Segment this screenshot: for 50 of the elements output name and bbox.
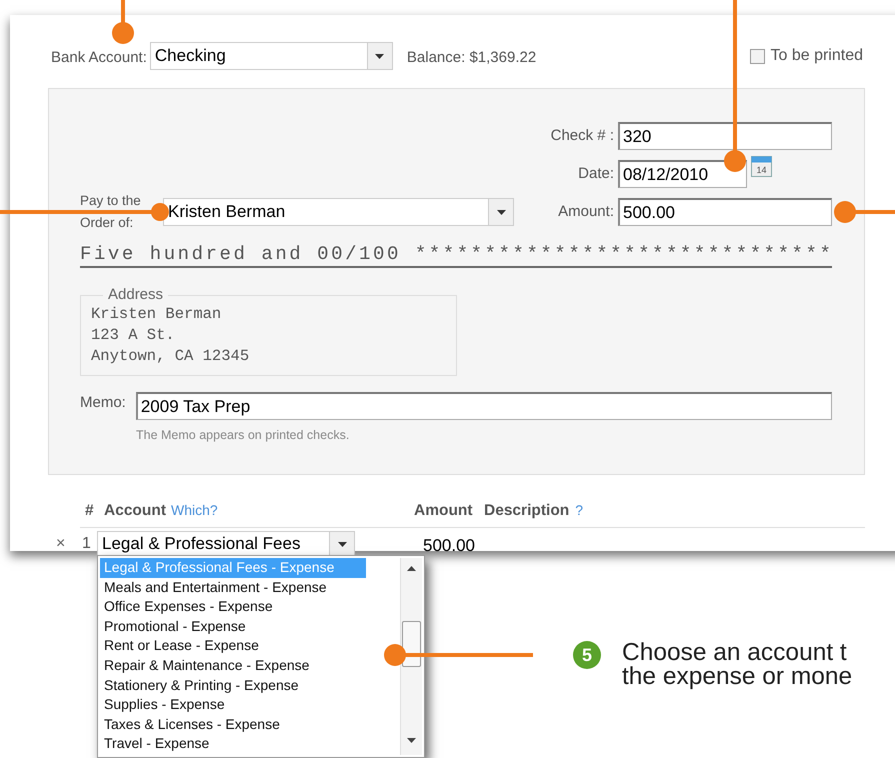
caret-icon — [496, 210, 506, 214]
dropdown-option[interactable]: Repair & Maintenance - Expense — [100, 656, 366, 676]
dropdown-option[interactable]: Promotional - Expense — [100, 616, 366, 636]
dropdown-option[interactable]: Rent or Lease - Expense — [100, 636, 366, 656]
column-header: Amount — [414, 501, 474, 521]
dropdown-option[interactable]: Stationery & Printing - Expense — [100, 676, 366, 696]
dropdown-option[interactable]: Taxes & Licenses - Expense — [100, 714, 366, 734]
address-line: Anytown, CA 12345 — [91, 346, 250, 367]
leader-line — [112, 0, 134, 44]
dropdown-option[interactable]: Office Expenses - Expense — [100, 597, 366, 617]
scrollbar[interactable] — [400, 558, 422, 755]
column-header: Description — [484, 501, 570, 521]
column-header: Account — [104, 501, 166, 521]
address-line: Kristen Berman — [91, 304, 222, 325]
dropdown-option[interactable]: Supplies - Expense — [100, 695, 366, 715]
amount-cell-text: 500.00 — [423, 535, 475, 558]
date-field[interactable]: 08/12/2010 — [618, 160, 747, 188]
payee-label: Pay to the Order of: — [80, 192, 142, 232]
to-be-printed-checkbox[interactable] — [750, 48, 766, 64]
memo-label: Memo: — [80, 393, 127, 413]
calendar-icon[interactable]: 14 — [751, 156, 772, 177]
caret-icon — [375, 54, 384, 58]
callout-text: Choose an account t — [622, 641, 848, 665]
step-number-badge: 5 — [573, 641, 601, 669]
callout-text: the expense or mone — [622, 665, 852, 689]
date-label: Date: — [578, 164, 614, 184]
caret-icon — [338, 542, 346, 546]
scroll-down-icon[interactable] — [407, 738, 416, 743]
bank-account-label: Bank Account: — [51, 48, 147, 68]
memo-field[interactable]: 2009 Tax Prep — [136, 392, 832, 420]
memo-hint: The Memo appears on printed checks. — [136, 427, 350, 444]
check-number-field[interactable]: 320 — [618, 122, 832, 150]
scroll-up-icon[interactable] — [407, 566, 416, 571]
bank-account-select[interactable]: Checking — [150, 42, 393, 70]
dropdown-option[interactable]: Travel - Expense — [100, 734, 366, 754]
column-header: # — [85, 501, 95, 521]
check-number-label: Check # : — [550, 126, 614, 146]
row-number: 1 — [82, 534, 92, 554]
delete-icon[interactable]: × — [56, 532, 82, 556]
dropdown-option[interactable]: Meals and Entertainment - Expense — [100, 578, 366, 598]
amount-field[interactable]: 500.00 — [618, 198, 832, 226]
payee-select[interactable]: Kristen Berman — [163, 198, 514, 226]
balance-text: Balance: $1,369.22 — [406, 48, 536, 68]
amount-label: Amount: — [558, 202, 614, 222]
written-amount: Five hundred and 00/100 ****************************** — [80, 242, 832, 268]
address-legend: Address — [103, 286, 168, 304]
leader-line — [834, 201, 895, 223]
to-be-printed-label: To be printed — [770, 46, 863, 66]
account-select[interactable]: Legal & Professional Fees — [97, 531, 355, 557]
address-line: 123 A St. — [91, 325, 176, 346]
